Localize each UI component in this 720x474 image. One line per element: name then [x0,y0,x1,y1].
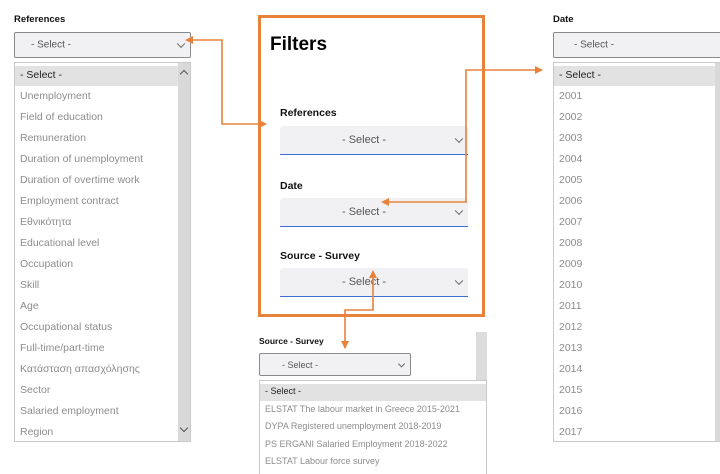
date-connector-arrow [381,66,543,206]
source-connector-arrow [341,270,377,349]
connector-arrows [185,36,543,349]
references-connector-arrow [185,36,267,128]
